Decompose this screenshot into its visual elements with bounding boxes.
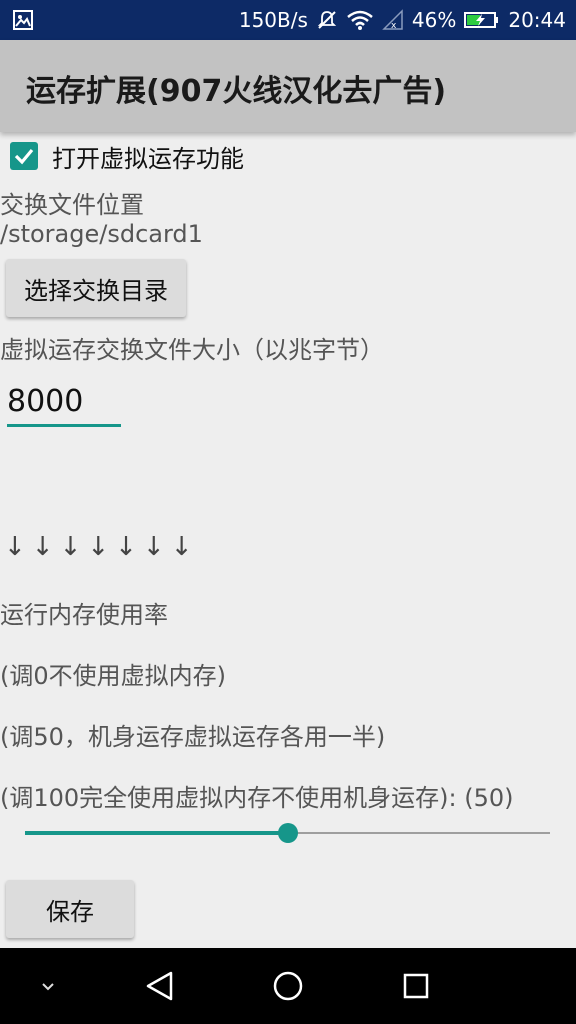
app-title: 运存扩展(907火线汉化去广告) [26,74,447,109]
back-icon[interactable] [140,966,180,1006]
navigation-bar [0,948,576,1024]
network-speed: 150B/s [238,8,308,32]
home-icon[interactable] [268,966,308,1006]
enable-virtual-ram-label: 打开虚拟运存功能 [52,144,244,173]
slider-progress [25,831,288,835]
signal-icon: x [382,9,404,31]
status-bar: 150B/s x 46% 20:44 [0,0,576,40]
slider-thumb[interactable] [277,823,298,843]
wifi-icon [346,9,374,31]
ram-usage-title: 运行内存使用率 [0,601,168,629]
clock: 20:44 [508,8,566,32]
battery-icon [464,10,500,30]
svg-text:x: x [391,21,397,31]
swap-path: /storage/sdcard1 [0,220,203,248]
recents-icon[interactable] [396,966,436,1006]
enable-virtual-ram-checkbox[interactable] [10,142,38,170]
image-icon [12,9,34,31]
app-bar: 运存扩展(907火线汉化去广告) [0,40,576,132]
check-icon [14,148,34,165]
swap-size-label: 虚拟运存交换文件大小（以兆字节） [0,336,384,364]
hint-100: (调100完全使用虚拟内存不使用机身运存): (50) [0,784,514,812]
choose-swap-dir-button[interactable]: 选择交换目录 [6,259,186,317]
swap-location-label: 交换文件位置 [0,191,144,219]
chevron-down-icon[interactable] [28,966,68,1006]
battery-percent: 46% [411,8,457,32]
mute-icon [316,9,338,31]
arrows-decoration: ↓↓↓↓↓↓↓ [4,532,199,562]
swap-size-input[interactable] [7,378,121,427]
hint-50: (调50，机身运存虚拟运存各用一半) [0,723,386,751]
enable-virtual-ram-row[interactable]: 打开虚拟运存功能 [10,140,244,173]
save-button[interactable]: 保存 [6,880,134,938]
hint-0: (调0不使用虚拟内存) [0,662,226,690]
